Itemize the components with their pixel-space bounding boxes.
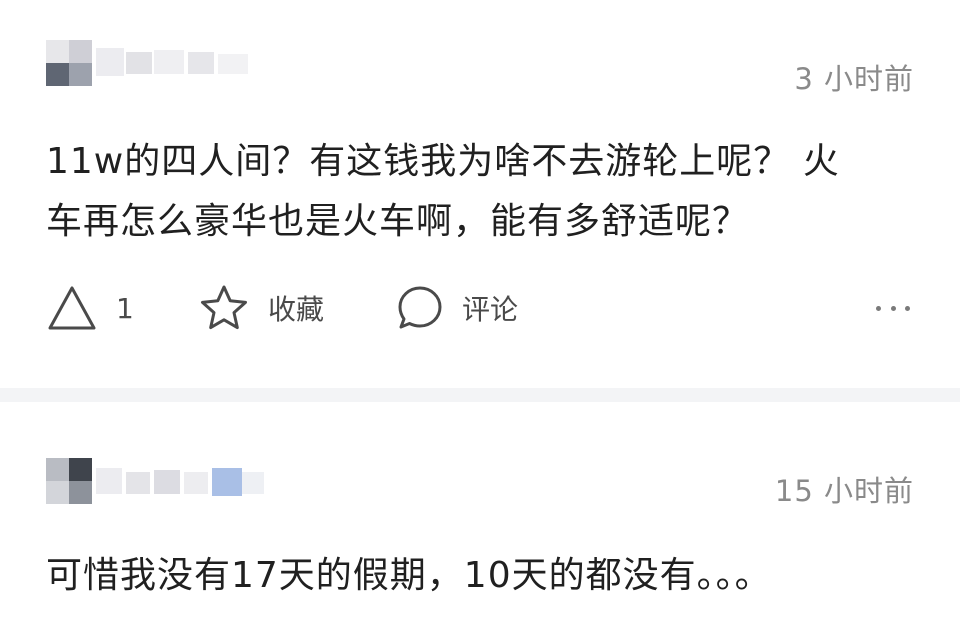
- comment-text-line: 可惜我没有17天的假期，10天的都没有。。。: [46, 555, 772, 596]
- comment-text: 11w的四人间？有这钱我为啥不去游轮上呢？ 火 车再怎么豪华也是火车啊，能有多舒…: [46, 132, 916, 252]
- favorite-button[interactable]: 收藏: [198, 278, 324, 338]
- comment-actions: 1 收藏 评论: [0, 278, 960, 338]
- like-button[interactable]: 1: [46, 278, 134, 338]
- like-count: 1: [116, 291, 134, 325]
- avatar[interactable]: [46, 458, 92, 504]
- comment-text: 可惜我没有17天的假期，10天的都没有。。。: [46, 546, 916, 606]
- divider: [0, 388, 960, 402]
- like-triangle-icon: [46, 283, 98, 333]
- comment-text-line: 车再怎么豪华也是火车啊，能有多舒适呢？: [46, 201, 750, 242]
- more-icon[interactable]: [876, 296, 910, 320]
- avatar[interactable]: [46, 40, 92, 86]
- comment-text-line: 11w的四人间？有这钱我为啥不去游轮上呢？ 火: [46, 141, 840, 182]
- comment-card: 15 小时前 可惜我没有17天的假期，10天的都没有。。。: [0, 402, 960, 625]
- star-icon: [198, 282, 250, 334]
- comment-card: 3 小时前 11w的四人间？有这钱我为啥不去游轮上呢？ 火 车再怎么豪华也是火车…: [0, 0, 960, 388]
- comment-label: 评论: [462, 293, 519, 326]
- reply-button[interactable]: 评论: [396, 278, 518, 338]
- comment-bubble-icon: [396, 284, 444, 332]
- favorite-label: 收藏: [268, 293, 325, 326]
- comment-timestamp: 3 小时前: [794, 62, 914, 96]
- comment-timestamp: 15 小时前: [774, 474, 914, 508]
- username-blurred[interactable]: [96, 44, 266, 78]
- username-blurred[interactable]: [96, 464, 266, 498]
